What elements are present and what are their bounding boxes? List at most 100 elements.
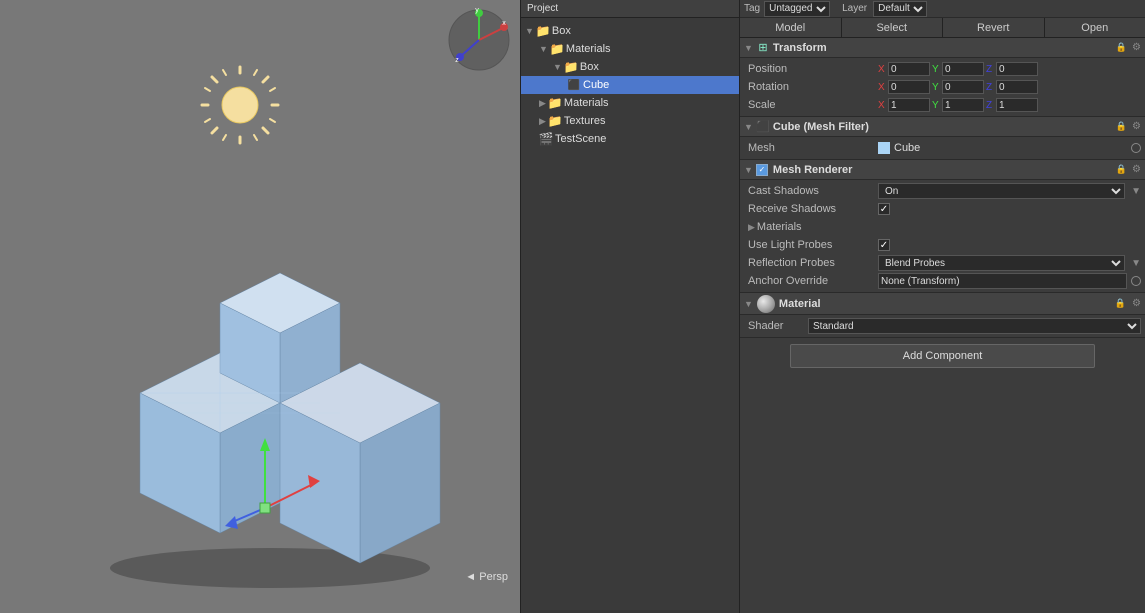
material-body: Shader Standard (740, 315, 1145, 338)
tree-item-textures[interactable]: ▶ 📁 Textures (521, 112, 739, 130)
use-light-probes-row: Use Light Probes (740, 236, 1145, 254)
transform-settings-icon[interactable]: ⚙ (1132, 42, 1141, 53)
svg-text:z: z (455, 57, 459, 64)
anchor-override-pick[interactable] (1131, 276, 1141, 286)
scale-label: Scale (748, 99, 878, 111)
materials-foldout[interactable]: ▶ Materials (740, 218, 1145, 236)
inspector-content: ▼ ⊞ Transform 🔒 ⚙ Position X (740, 38, 1145, 613)
material-expand-arrow: ▼ (744, 299, 753, 309)
material-settings-icon[interactable]: ⚙ (1132, 298, 1141, 309)
tab-open[interactable]: Open (1045, 18, 1145, 37)
scale-row: Scale X Y Z (740, 96, 1145, 114)
cube-scene-svg (60, 213, 480, 593)
scene-background: y x z ◄ Persp (0, 0, 520, 613)
scale-value: X Y Z (878, 98, 1141, 112)
viewport[interactable]: y x z ◄ Persp (0, 0, 520, 613)
reflection-probes-select[interactable]: Blend Probes (878, 255, 1125, 271)
tree-item-box-sub[interactable]: ▼ 📁 Box (521, 58, 739, 76)
mesh-filter-settings-icon[interactable]: ⚙ (1132, 121, 1141, 132)
scale-y-field: Y (932, 98, 984, 112)
mesh-filter-body: Mesh Cube (740, 137, 1145, 160)
z-label: Z (986, 64, 994, 75)
tree-item-box-root[interactable]: ▼ 📁 Box (521, 22, 739, 40)
scale-x-input[interactable] (888, 98, 930, 112)
mesh-filter-icon: ⬛ (756, 120, 770, 134)
receive-shadows-checkbox[interactable] (878, 203, 890, 215)
inspector-panel: Tag Untagged Layer Default Model Select … (740, 0, 1145, 613)
shader-select[interactable]: Standard (808, 318, 1141, 334)
folder-icon: 📁 (550, 42, 564, 56)
transform-header[interactable]: ▼ ⊞ Transform 🔒 ⚙ (740, 38, 1145, 58)
rotation-z-field: Z (986, 80, 1038, 94)
rotation-x-input[interactable] (888, 80, 930, 94)
rz-label: Z (986, 82, 994, 93)
expand-arrow: ▶ (539, 116, 546, 127)
reflection-probes-value: Blend Probes ▼ (878, 255, 1141, 271)
mesh-renderer-header[interactable]: ▼ ✓ Mesh Renderer 🔒 ⚙ (740, 160, 1145, 180)
cast-shadows-value: On ▼ (878, 183, 1141, 199)
mesh-renderer-enabled-checkbox[interactable]: ✓ (756, 164, 768, 176)
scale-z-input[interactable] (996, 98, 1038, 112)
folder-icon: 📁 (548, 114, 562, 128)
anchor-override-label: Anchor Override (748, 275, 878, 287)
layer-label: Layer (842, 3, 867, 14)
use-light-probes-checkbox[interactable] (878, 239, 890, 251)
tab-revert[interactable]: Revert (943, 18, 1045, 37)
folder-icon: 📁 (536, 24, 550, 38)
add-component-button[interactable]: Add Component (790, 344, 1095, 368)
layer-select[interactable]: Default (873, 1, 927, 17)
tab-model[interactable]: Model (740, 18, 842, 37)
use-light-probes-label: Use Light Probes (748, 239, 878, 251)
position-z-input[interactable] (996, 62, 1038, 76)
y-label: Y (932, 64, 940, 75)
tab-select[interactable]: Select (842, 18, 944, 37)
rotation-y-field: Y (932, 80, 984, 94)
mesh-pick-button[interactable] (1131, 143, 1141, 153)
rotation-y-input[interactable] (942, 80, 984, 94)
tree-item-materials-1[interactable]: ▼ 📁 Materials (521, 40, 739, 58)
position-x-field: X (878, 62, 930, 76)
mesh-filter-lock: 🔒 (1116, 121, 1127, 132)
mesh-renderer-title: Mesh Renderer (773, 164, 1113, 176)
cast-shadows-row: Cast Shadows On ▼ (740, 182, 1145, 200)
shader-value: Standard (808, 318, 1141, 334)
mesh-value-row: Mesh Cube (740, 139, 1145, 157)
mesh-filter-header[interactable]: ▼ ⬛ Cube (Mesh Filter) 🔒 ⚙ (740, 117, 1145, 137)
reflection-probes-row: Reflection Probes Blend Probes ▼ (740, 254, 1145, 272)
viewport-gizmo[interactable]: y x z (447, 8, 512, 73)
mesh-renderer-lock: 🔒 (1116, 164, 1127, 175)
rx-label: X (878, 82, 886, 93)
position-z-field: Z (986, 62, 1038, 76)
svg-text:y: y (475, 8, 479, 14)
tag-select[interactable]: Untagged (764, 1, 830, 17)
project-panel-header: Project (521, 0, 739, 18)
scale-y-input[interactable] (942, 98, 984, 112)
sx-label: X (878, 100, 886, 111)
mesh-renderer-expand-arrow: ▼ (744, 165, 753, 175)
tag-layer-row: Tag Untagged Layer Default (740, 0, 1145, 18)
transform-icon: ⊞ (756, 41, 770, 55)
rotation-z-input[interactable] (996, 80, 1038, 94)
tree-item-materials-2[interactable]: ▶ 📁 Materials (521, 94, 739, 112)
position-y-input[interactable] (942, 62, 984, 76)
rotation-row: Rotation X Y Z (740, 78, 1145, 96)
inspector-model-bar: Model Select Revert Open (740, 18, 1145, 38)
material-lock: 🔒 (1115, 298, 1126, 309)
material-header[interactable]: ▼ Material 🔒 ⚙ (740, 293, 1145, 315)
receive-shadows-label: Receive Shadows (748, 203, 878, 215)
rotation-x-field: X (878, 80, 930, 94)
project-tab-label: Project (527, 3, 558, 14)
mesh-renderer-settings-icon[interactable]: ⚙ (1132, 164, 1141, 175)
tree-item-testscene[interactable]: 🎬 TestScene (521, 130, 739, 148)
scale-xyz: X Y Z (878, 98, 1141, 112)
scale-z-field: Z (986, 98, 1038, 112)
tree-item-cube[interactable]: ⬛ Cube (521, 76, 739, 94)
ry-label: Y (932, 82, 940, 93)
mesh-cube-icon: ⬛ (567, 78, 581, 92)
expand-arrow: ▼ (539, 44, 548, 54)
anchor-override-display: None (Transform) (878, 273, 1127, 289)
cast-shadows-select[interactable]: On (878, 183, 1125, 199)
project-tree: ▼ 📁 Box ▼ 📁 Materials ▼ 📁 Box ⬛ Cube (521, 18, 739, 613)
position-x-input[interactable] (888, 62, 930, 76)
transform-title: Transform (773, 42, 1113, 54)
